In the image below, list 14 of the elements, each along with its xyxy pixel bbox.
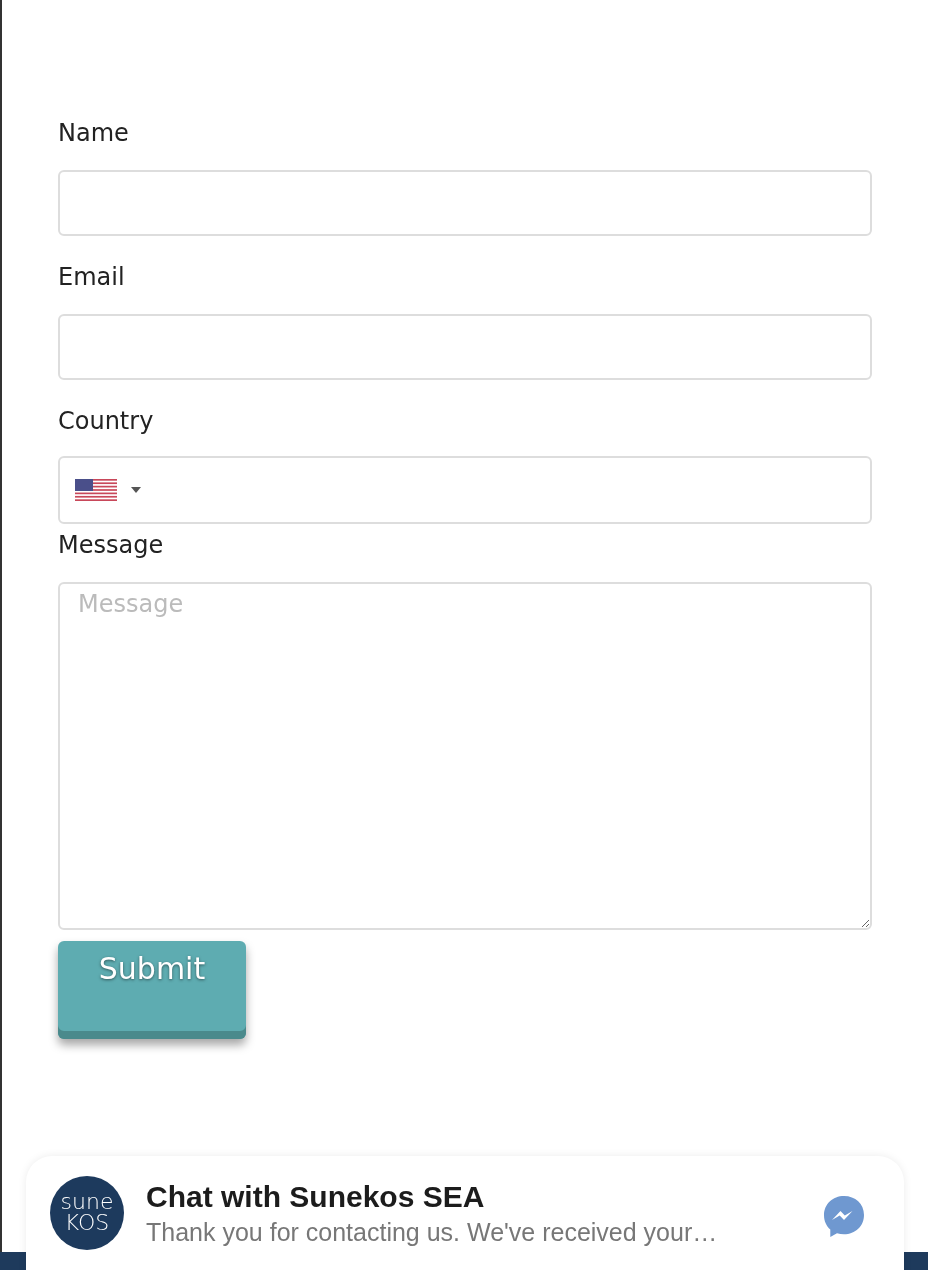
chat-title: Chat with Sunekos SEA	[146, 1180, 485, 1214]
chat-preview: Thank you for contacting us. We've received your…	[146, 1218, 718, 1247]
input-field[interactable]	[58, 170, 872, 236]
message-field[interactable]: Message	[58, 582, 872, 930]
logo: sune KOS	[50, 1176, 124, 1250]
country-field[interactable]	[58, 456, 872, 524]
field-label: Message	[58, 530, 164, 560]
field-label: Email	[58, 262, 125, 292]
flag-icon	[75, 479, 117, 501]
chat-widget[interactable]: sune KOS Chat with Sunekos SEA Thank you for contacting us. We've received your…	[26, 1156, 904, 1270]
input-field[interactable]	[58, 314, 872, 380]
field-label: Name	[58, 118, 129, 148]
caret-icon[interactable]	[131, 487, 141, 493]
field-label: Country	[58, 406, 154, 436]
